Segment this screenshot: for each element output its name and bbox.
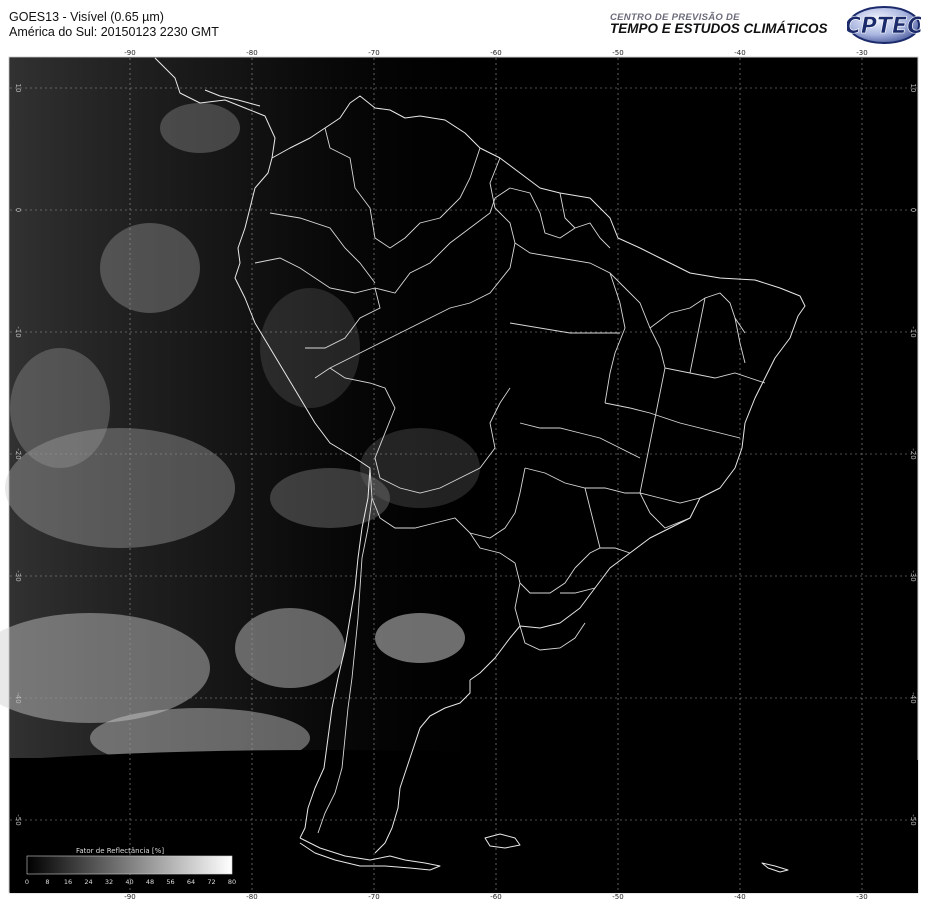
- product-title: GOES13 - Visível (0.65 µm): [9, 10, 164, 24]
- latitude-label: -10: [909, 326, 917, 337]
- cptec-logo: CPTEC: [847, 6, 921, 44]
- region-timestamp: América do Sul: 20150123 2230 GMT: [9, 25, 219, 39]
- colorbar-tick-label: 80: [228, 878, 236, 886]
- colorbar-tick-label: 40: [125, 878, 133, 886]
- latitude-label: -30: [909, 570, 917, 581]
- longitude-label: -50: [612, 49, 623, 57]
- longitude-label: -90: [124, 49, 135, 57]
- longitude-label: -60: [490, 893, 501, 900]
- colorbar-tick-label: 72: [207, 878, 215, 886]
- longitude-label: -40: [734, 893, 745, 900]
- latitude-label: -10: [14, 326, 22, 337]
- latitude-label: -30: [14, 570, 22, 581]
- latitude-label: 10: [14, 84, 22, 93]
- longitude-label: -40: [734, 49, 745, 57]
- latitude-label: 0: [14, 208, 22, 212]
- latitude-label: -50: [909, 814, 917, 825]
- institution-line2: TEMPO E ESTUDOS CLIMÁTICOS: [610, 21, 828, 36]
- longitude-label: -80: [246, 893, 257, 900]
- colorbar-tick-label: 16: [64, 878, 72, 886]
- latitude-label: -50: [14, 814, 22, 825]
- latitude-label: -20: [14, 448, 22, 459]
- longitude-label: -70: [368, 893, 379, 900]
- colorbar-tick-label: 32: [105, 878, 113, 886]
- longitude-label: -60: [490, 49, 501, 57]
- header: GOES13 - Visível (0.65 µm) América do Su…: [0, 0, 925, 48]
- longitude-label: -30: [856, 49, 867, 57]
- legend-title: Fator de Reflectância [%]: [76, 847, 164, 855]
- longitude-label: -90: [124, 893, 135, 900]
- colorbar-tick-label: 56: [166, 878, 174, 886]
- colorbar-tick-label: 24: [84, 878, 92, 886]
- colorbar-tick-label: 8: [45, 878, 49, 886]
- logo-text: CPTEC: [847, 14, 921, 39]
- colorbar: [26, 855, 233, 875]
- longitude-label: -50: [612, 893, 623, 900]
- longitude-label: -80: [246, 49, 257, 57]
- longitude-label: -70: [368, 49, 379, 57]
- colorbar-tick-label: 0: [25, 878, 29, 886]
- map-svg[interactable]: -90 -80 -70 -60 -50 -40 -30 -90 -80 -70 -60 -50 -40…: [0, 48, 925, 901]
- longitude-labels-bottom: -90 -80 -70 -60 -50 -40 -30: [124, 893, 867, 901]
- latitude-label: 0: [909, 208, 917, 212]
- longitude-label: -30: [856, 893, 867, 900]
- latitude-label: 10: [909, 84, 917, 93]
- colorbar-tick-label: 64: [187, 878, 195, 886]
- longitude-labels-top: -90 -80 -70 -60 -50 -40 -30: [124, 49, 867, 57]
- latitude-label: -40: [909, 692, 917, 703]
- latitude-label: -20: [909, 448, 917, 459]
- colorbar-tick-label: 48: [146, 878, 154, 886]
- satellite-map[interactable]: -90 -80 -70 -60 -50 -40 -30 -90 -80 -70 -60 -50 -40…: [0, 48, 925, 901]
- latitude-label: -40: [14, 692, 22, 703]
- cloud-field: [0, 58, 510, 768]
